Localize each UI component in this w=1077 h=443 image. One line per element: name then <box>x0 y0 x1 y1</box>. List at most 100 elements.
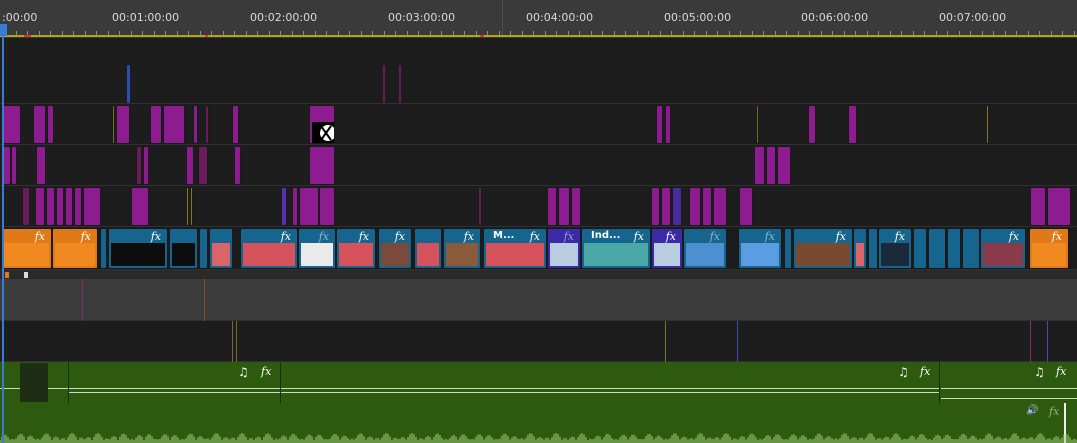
video-clip[interactable] <box>947 228 961 269</box>
overlay-clip[interactable] <box>713 187 727 226</box>
fx-icon[interactable]: fx <box>765 230 775 243</box>
overlay-clip[interactable] <box>1047 187 1071 226</box>
overlay-clip[interactable] <box>143 146 149 185</box>
music-track[interactable]: ♫ fx ♫ fx ♫ fx <box>0 362 1077 403</box>
overlay-track-2[interactable] <box>0 104 1077 145</box>
fx-icon[interactable]: fx <box>281 230 291 243</box>
overlay-clip[interactable] <box>1030 187 1046 226</box>
fx-icon[interactable]: fx <box>261 365 271 378</box>
fx-icon[interactable]: fx <box>1049 405 1059 418</box>
overlay-clip[interactable] <box>131 187 149 226</box>
fx-icon[interactable]: fx <box>530 230 540 243</box>
overlay-clip[interactable] <box>35 187 45 226</box>
overlay-clip[interactable] <box>112 105 115 144</box>
overlay-clip[interactable] <box>383 65 385 103</box>
video-clip[interactable]: fx <box>738 228 782 269</box>
video-clip[interactable] <box>913 228 927 269</box>
overlay-clip[interactable] <box>808 105 816 144</box>
playhead-handle[interactable] <box>0 24 7 36</box>
overlay-clip[interactable] <box>571 187 581 226</box>
fx-icon[interactable]: fx <box>151 230 161 243</box>
fx-icon[interactable]: fx <box>1009 230 1019 243</box>
video-clip[interactable] <box>784 228 792 269</box>
fx-icon[interactable]: fx <box>895 230 905 243</box>
overlay-clip[interactable] <box>46 187 55 226</box>
overlay-clip[interactable] <box>766 146 776 185</box>
overlay-clip[interactable] <box>198 146 208 185</box>
overlay-clip[interactable] <box>651 187 660 226</box>
overlay-clip[interactable] <box>193 105 198 144</box>
voice-track[interactable]: 🔊 fx <box>0 403 1077 443</box>
overlay-clip[interactable] <box>672 187 682 226</box>
overlay-clip[interactable] <box>299 187 319 226</box>
overlay-clip[interactable] <box>11 146 17 185</box>
video-clip[interactable] <box>169 228 198 269</box>
overlay-clip[interactable] <box>1030 321 1031 362</box>
fx-icon[interactable]: fx <box>564 230 574 243</box>
video-clip[interactable]: M... fx <box>483 228 547 269</box>
overlay-clip[interactable] <box>558 187 570 226</box>
overlay-clip[interactable] <box>232 321 233 362</box>
overlay-clip[interactable] <box>83 187 101 226</box>
empty-track[interactable] <box>0 279 1077 321</box>
volume-line[interactable] <box>941 388 1077 389</box>
video-clip[interactable]: fx <box>443 228 481 269</box>
overlay-clip[interactable] <box>689 187 701 226</box>
video-clip[interactable] <box>414 228 442 269</box>
overlay-clip[interactable] <box>702 187 712 226</box>
video-clip[interactable]: fx <box>378 228 412 269</box>
video-clip[interactable] <box>962 228 980 269</box>
overlay-clip[interactable] <box>236 321 237 362</box>
overlay-clip[interactable] <box>186 146 194 185</box>
fx-icon[interactable]: fx <box>836 230 846 243</box>
overlay-clip[interactable] <box>547 187 557 226</box>
fx-icon[interactable]: fx <box>1056 365 1066 378</box>
overlay-clip[interactable] <box>82 279 83 321</box>
video-clip[interactable] <box>853 228 867 269</box>
overlay-clip[interactable] <box>205 105 209 144</box>
overlay-clip[interactable] <box>665 105 671 144</box>
fx-icon[interactable]: fx <box>1052 230 1062 243</box>
video-clip[interactable]: fx <box>1 228 52 269</box>
overlay-clip[interactable] <box>665 321 666 362</box>
video-clip[interactable] <box>928 228 946 269</box>
overlay-clip[interactable] <box>127 65 130 103</box>
overlay-clip[interactable] <box>309 146 335 185</box>
overlay-track-4[interactable] <box>0 186 1077 227</box>
video-clip[interactable]: Ind... fx <box>581 228 651 269</box>
overlay-clip[interactable] <box>737 321 738 362</box>
overlay-clip[interactable] <box>150 105 162 144</box>
video-clip[interactable] <box>209 228 233 269</box>
volume-line[interactable] <box>281 392 939 393</box>
fx-icon[interactable]: fx <box>81 230 91 243</box>
overlay-clip[interactable] <box>281 187 287 226</box>
overlay-clip[interactable] <box>33 105 46 144</box>
overlay-clip[interactable] <box>204 279 205 321</box>
video-clip[interactable]: fx <box>52 228 98 269</box>
video-clip[interactable]: fx <box>547 228 581 269</box>
marker[interactable] <box>5 272 9 278</box>
playhead[interactable] <box>2 24 4 443</box>
overlay-clip[interactable] <box>116 105 130 144</box>
video-clip[interactable] <box>199 228 208 269</box>
volume-line[interactable] <box>48 388 68 389</box>
overlay-track-1[interactable] <box>0 38 1077 104</box>
overlay-clip[interactable] <box>1047 321 1048 362</box>
overlay-clip[interactable] <box>319 187 335 226</box>
video-clip[interactable] <box>100 228 107 269</box>
volume-line[interactable] <box>281 388 939 389</box>
fx-icon[interactable]: fx <box>319 230 329 243</box>
overlay-clip[interactable] <box>47 105 54 144</box>
overlay-clip[interactable] <box>136 146 142 185</box>
overlay-clip[interactable] <box>65 187 73 226</box>
fx-icon[interactable]: fx <box>359 230 369 243</box>
overlay-clip[interactable] <box>756 105 759 144</box>
fx-icon[interactable]: fx <box>395 230 405 243</box>
overlay-clip[interactable] <box>478 187 482 226</box>
video-clip[interactable]: fx <box>108 228 168 269</box>
overlay-clip[interactable] <box>3 146 11 185</box>
overlay-clip[interactable] <box>186 187 189 226</box>
fx-icon[interactable]: fx <box>35 230 45 243</box>
fx-icon[interactable]: fx <box>464 230 474 243</box>
overlay-clip[interactable] <box>56 187 64 226</box>
